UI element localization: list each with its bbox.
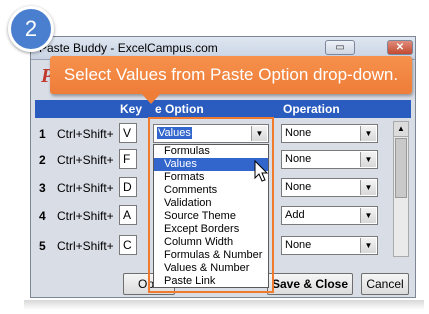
dropdown-item[interactable]: Formulas [154,145,268,158]
close-button[interactable]: ✕ [387,40,413,55]
table-header: Key e Option Operation [35,100,411,118]
dropdown-item[interactable]: Except Borders [154,223,268,236]
operation-value: Add [285,209,305,221]
restore-icon[interactable]: ▭ [325,40,355,55]
chevron-down-icon[interactable]: ▼ [360,180,376,195]
key-input[interactable]: D [119,177,137,197]
window-title: Paste Buddy - ExcelCampus.com [39,41,218,55]
row-number: 2 [39,153,46,167]
hotkey-label: Ctrl+Shift+ [57,127,114,141]
header-key: Key [120,102,143,116]
row-number: 1 [39,127,46,141]
operation-select[interactable]: None ▼ [281,178,378,197]
vertical-scrollbar[interactable]: ▲ [393,121,409,257]
paste-option-dropdown-list[interactable]: Formulas Values Formats Comments Validat… [153,144,269,288]
header-operation: Operation [283,102,340,116]
chevron-down-icon[interactable]: ▼ [360,152,376,167]
chevron-down-icon[interactable]: ▼ [360,238,376,253]
operation-value: None [285,239,312,251]
dropdown-item[interactable]: Formulas & Number [154,249,268,262]
chevron-down-icon[interactable]: ▼ [360,126,376,141]
hotkey-label: Ctrl+Shift+ [57,181,114,195]
hotkey-label: Ctrl+Shift+ [57,153,114,167]
frame-shadow [24,300,424,310]
key-input[interactable]: V [119,123,137,143]
row-number: 3 [39,181,46,195]
row-number: 4 [39,209,46,223]
paste-option-value: Values [157,127,192,139]
operation-select[interactable]: None ▼ [281,236,378,255]
cancel-button[interactable]: Cancel [361,273,409,295]
dropdown-item-selected[interactable]: Values [154,158,268,171]
operation-select[interactable]: None ▼ [281,150,378,169]
operation-value: None [285,153,312,165]
header-paste-option: e Option [155,102,204,116]
dropdown-item[interactable]: Comments [154,184,268,197]
operation-select[interactable]: Add ▼ [281,206,378,225]
save-close-button[interactable]: Save & Close [267,273,353,295]
dropdown-item[interactable]: Validation [154,197,268,210]
row-number: 5 [39,239,46,253]
operation-value: None [285,181,312,193]
mouse-cursor-icon [254,160,269,182]
chevron-down-icon[interactable]: ▼ [360,208,376,223]
dropdown-item[interactable]: Paste Link [154,275,268,288]
key-input[interactable]: A [119,205,137,225]
callout-banner: Select Values from Paste Option drop-dow… [50,56,412,94]
dropdown-item[interactable]: Values & Number [154,262,268,275]
scroll-up-icon[interactable]: ▲ [394,122,408,137]
chevron-down-icon[interactable]: ▼ [251,126,267,141]
callout-text: Select Values from Paste Option drop-dow… [63,65,399,84]
callout-pointer [140,92,162,104]
dropdown-item[interactable]: Column Width [154,236,268,249]
scroll-thumb[interactable] [395,138,407,198]
operation-select[interactable]: None ▼ [281,124,378,143]
operation-value: None [285,127,312,139]
hotkey-label: Ctrl+Shift+ [57,239,114,253]
step-badge: 2 [8,6,54,52]
hotkey-label: Ctrl+Shift+ [57,209,114,223]
dropdown-item[interactable]: Formats [154,171,268,184]
key-input[interactable]: C [119,235,137,255]
dropdown-item[interactable]: Source Theme [154,210,268,223]
paste-option-select[interactable]: Values ▼ [153,124,269,143]
key-input[interactable]: F [119,149,137,169]
